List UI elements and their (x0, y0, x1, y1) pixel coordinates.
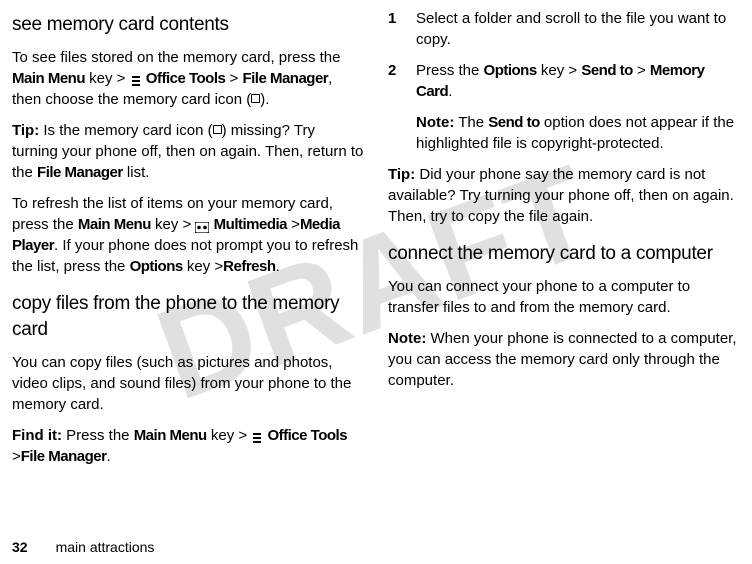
left-column: see memory card contents To see files st… (12, 8, 364, 518)
text: Did your phone say the memory card is no… (388, 166, 734, 225)
multimedia-icon (195, 218, 209, 229)
text: Press the (62, 427, 134, 444)
heading-copy-files: copy files from the phone to the memory … (12, 291, 364, 344)
note-label: Note: (388, 330, 426, 347)
memory-card-icon (251, 94, 260, 103)
step-2: Press the Options key > Send to > Memory… (388, 60, 740, 102)
tip-paragraph: Tip: Did your phone say the memory card … (388, 164, 740, 227)
send-to-label: Send to (581, 62, 633, 79)
note-paragraph: Note: The Send to option does not appear… (388, 112, 740, 154)
text: . (106, 448, 110, 465)
main-menu-label: Main Menu (134, 427, 207, 444)
text: . (448, 83, 452, 100)
heading-connect-computer: connect the memory card to a computer (388, 241, 740, 268)
note-paragraph: Note: When your phone is connected to a … (388, 328, 740, 391)
text: When your phone is connected to a comput… (388, 330, 737, 389)
text: > (12, 448, 21, 465)
main-menu-label: Main Menu (78, 216, 151, 233)
office-tools-label: Office Tools (267, 427, 347, 444)
office-tools-label: Office Tools (146, 70, 226, 87)
find-it-paragraph: Find it: Press the Main Menu key > Offic… (12, 425, 364, 467)
text: key > (85, 70, 125, 87)
text: Select a folder and scroll to the file y… (416, 10, 726, 48)
two-column-layout: see memory card contents To see files st… (12, 8, 740, 518)
step-1: Select a folder and scroll to the file y… (388, 8, 740, 50)
memory-card-icon (213, 125, 222, 134)
paragraph: You can connect your phone to a computer… (388, 276, 740, 318)
text: key > (151, 216, 191, 233)
heading-see-contents: see memory card contents (12, 12, 364, 39)
main-menu-label: Main Menu (12, 70, 85, 87)
text: ). (260, 91, 269, 108)
text: > (291, 216, 300, 233)
options-label: Options (130, 258, 183, 275)
tip-paragraph: Tip: Is the memory card icon () missing?… (12, 120, 364, 183)
tip-label: Tip: (12, 122, 39, 139)
refresh-label: Refresh (223, 258, 275, 275)
office-tools-icon (130, 72, 142, 84)
paragraph: To see files stored on the memory card, … (12, 47, 364, 110)
text: list. (123, 164, 150, 181)
steps-list: Select a folder and scroll to the file y… (388, 8, 740, 112)
section-title: main attractions (56, 539, 155, 555)
paragraph: You can copy files (such as pictures and… (12, 352, 364, 415)
text: key > (183, 258, 223, 275)
text: > (225, 70, 242, 87)
tip-label: Tip: (388, 166, 415, 183)
text: key > (207, 427, 247, 444)
options-label: Options (484, 62, 537, 79)
page-footer: 32 main attractions (12, 538, 154, 558)
file-manager-label: File Manager (21, 448, 107, 465)
text: . (276, 258, 280, 275)
page-number: 32 (12, 539, 28, 555)
text: key > (537, 62, 582, 79)
find-it-label: Find it: (12, 427, 62, 444)
text: Is the memory card icon ( (39, 122, 212, 139)
office-tools-icon (251, 429, 263, 441)
text: To see files stored on the memory card, … (12, 49, 340, 66)
note-label: Note: (416, 114, 454, 131)
text: Press the (416, 62, 484, 79)
right-column: Select a folder and scroll to the file y… (388, 8, 740, 518)
file-manager-label: File Manager (37, 164, 123, 181)
file-manager-label: File Manager (242, 70, 328, 87)
send-to-label: Send to (488, 114, 540, 131)
paragraph: To refresh the list of items on your mem… (12, 193, 364, 277)
text: The (454, 114, 488, 131)
multimedia-label: Multimedia (214, 216, 287, 233)
text: > (633, 62, 650, 79)
